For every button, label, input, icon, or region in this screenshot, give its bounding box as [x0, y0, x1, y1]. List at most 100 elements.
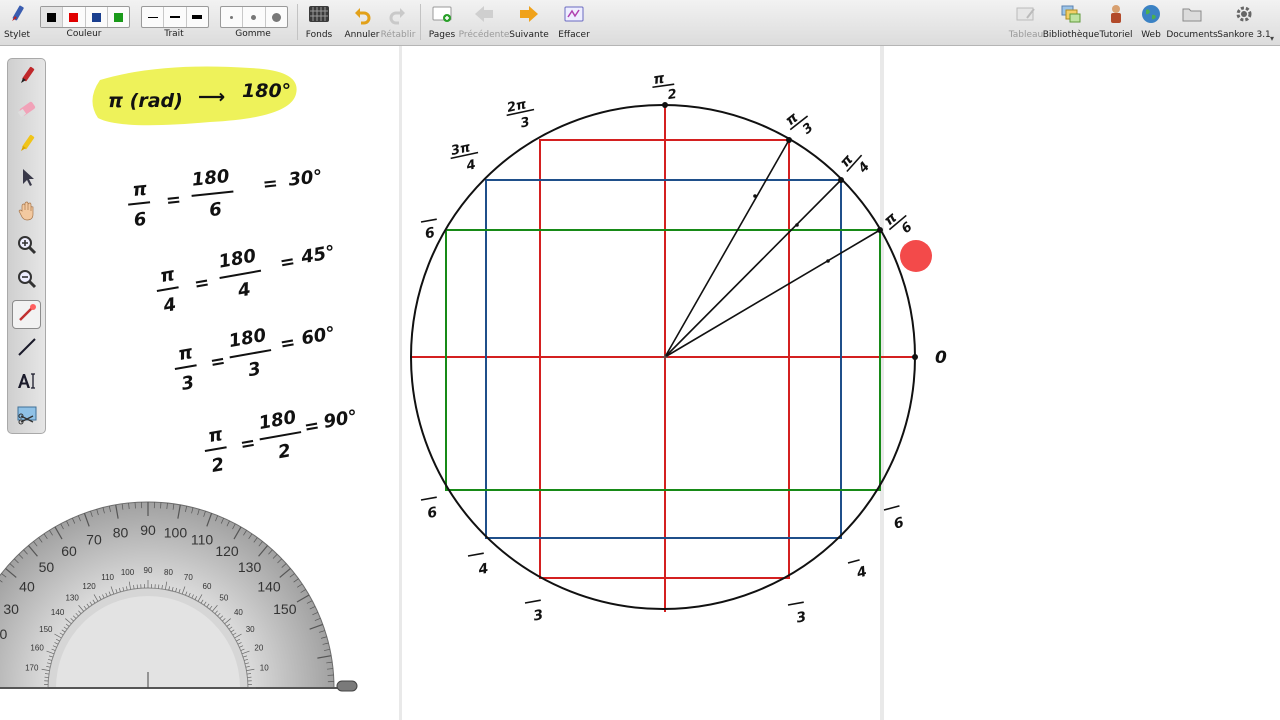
protractor-inner-label: 130 [65, 594, 79, 603]
pen-tool-button[interactable] [12, 62, 41, 91]
eraser-medium-button[interactable] [243, 7, 266, 27]
web-label: Web [1141, 30, 1161, 40]
color-blue-button[interactable] [86, 7, 108, 27]
radius-pi-3 [664, 139, 790, 358]
eq1-mid-den: 6 [208, 199, 223, 221]
protractor-inner-label: 10 [260, 664, 269, 673]
label-2pi-3-den: 3 [519, 115, 531, 132]
eq2-lhs-num: π [159, 264, 177, 287]
color-red-button[interactable] [63, 7, 86, 27]
fraction-bar [204, 446, 227, 453]
color-green-button[interactable] [108, 7, 129, 27]
hand-tool-button[interactable] [12, 198, 41, 227]
eq1-lhs-num: π [132, 179, 149, 201]
protractor-inner-label: 110 [101, 573, 114, 582]
eq2-result: 45° [299, 242, 337, 269]
fonds-button[interactable]: Fonds [304, 3, 334, 43]
pointer-icon [16, 166, 38, 192]
tutorial-icon [1105, 3, 1127, 25]
whiteboard-canvas[interactable]: π (rad) ⟶ 180° π 6 = 180 6 = 30° π 4 = 1… [0, 46, 1280, 720]
web-button[interactable]: Web [1138, 3, 1164, 43]
highlighter-tool-button[interactable] [12, 130, 41, 159]
protractor-outer-label: 70 [86, 532, 102, 548]
background-grid-icon [308, 3, 330, 25]
pointer-tool-button[interactable] [12, 164, 41, 193]
stroke-thick-button[interactable] [187, 7, 208, 27]
stylet-button[interactable]: Stylet [4, 3, 30, 43]
pages-label: Pages [428, 30, 456, 40]
eraser-small-button[interactable] [221, 7, 244, 27]
protractor-outer-label: 150 [273, 601, 297, 617]
zoom-in-tool-button[interactable] [12, 232, 41, 261]
eraser-tool-button[interactable] [12, 96, 41, 125]
point-pi-6 [877, 227, 883, 233]
label-right-lower-3: 3 [787, 601, 808, 627]
retablir-button[interactable]: Rétablir [381, 3, 415, 43]
gomme-label: Gomme [235, 29, 271, 39]
color-black-button[interactable] [41, 7, 64, 27]
protractor-inner-label: 70 [184, 573, 193, 582]
protractor-inner-label: 60 [203, 582, 212, 591]
protractor-outer-label: 120 [215, 543, 239, 559]
eraser-large-button[interactable] [266, 7, 287, 27]
sankore-menu-button[interactable]: Sankore 3.1 [1217, 3, 1271, 43]
label-right-lower-4: 4 [847, 559, 869, 582]
label-pi-2: π 2 [652, 70, 678, 103]
add-page-icon [431, 3, 453, 25]
suivante-button[interactable]: Suivante [509, 3, 549, 43]
label-left-lower-3: 3 [524, 599, 545, 625]
equals-sign: = [239, 432, 258, 455]
protractor-outer-label: 140 [257, 578, 281, 594]
label-zero: 0 [935, 348, 947, 368]
eq4-result: 90° [322, 406, 359, 433]
eq3-lhs-den: 3 [180, 372, 196, 395]
label-den: 6 [424, 225, 437, 242]
stroke-thin-button[interactable] [142, 7, 165, 27]
label-left-lower-4: 4 [467, 552, 490, 578]
eq1-lhs-den: 6 [133, 209, 148, 231]
protractor-outer-label: 110 [191, 532, 214, 548]
color-selector[interactable] [40, 6, 130, 28]
annuler-button[interactable]: Annuler [344, 3, 380, 43]
tableau-button[interactable]: Tableau [1009, 3, 1043, 43]
eraser-medium-icon [251, 14, 257, 20]
documents-button[interactable]: Documents [1166, 3, 1218, 43]
protractor-tool[interactable]: 102030405060708090100110120130140150 102… [0, 501, 358, 692]
next-page-icon [518, 3, 540, 25]
eq4-lhs-num: π [207, 424, 225, 447]
zoom-out-tool-button[interactable] [12, 266, 41, 295]
sankore-label: Sankore 3.1 [1217, 30, 1271, 40]
couleur-label: Couleur [66, 29, 102, 39]
redo-icon [387, 3, 409, 25]
label-2pi-3: 2π 3 [506, 97, 535, 132]
laser-tool-button[interactable] [12, 300, 41, 329]
protractor-inner-label: 30 [246, 625, 255, 634]
precedente-label: Précédente [458, 30, 510, 40]
label-left-upper-6: 6 [420, 218, 437, 242]
protractor-inner-label: 160 [30, 644, 44, 653]
label-3pi-4-den: 4 [464, 157, 477, 174]
chevron-down-icon[interactable]: ▾ [1270, 34, 1274, 43]
library-icon [1060, 3, 1082, 25]
protractor-outer-label: 90 [140, 522, 156, 538]
annuler-label: Annuler [344, 30, 380, 40]
effacer-button[interactable]: Effacer [558, 3, 590, 43]
fraction-bar [420, 218, 437, 223]
documents-label: Documents [1166, 30, 1218, 40]
line-tool-button[interactable] [12, 334, 41, 363]
eq4-mid-den: 2 [277, 440, 293, 463]
trait-label: Trait [164, 29, 184, 39]
eraser-size-selector[interactable] [220, 6, 288, 28]
text-tool-button[interactable] [12, 368, 41, 397]
fraction-bar [524, 599, 541, 604]
stroke-selector[interactable] [141, 6, 209, 28]
pen-icon [16, 64, 38, 90]
tutoriel-button[interactable]: Tutoriel [1099, 3, 1133, 43]
label-den: 3 [795, 609, 807, 626]
capture-tool-button[interactable] [12, 402, 41, 431]
bibliotheque-button[interactable]: Bibliothèque [1043, 3, 1099, 43]
stroke-medium-button[interactable] [164, 7, 187, 27]
protractor-rotate-handle[interactable] [336, 680, 358, 692]
precedente-button[interactable]: Précédente [459, 3, 509, 43]
pages-button[interactable]: Pages [428, 3, 456, 43]
